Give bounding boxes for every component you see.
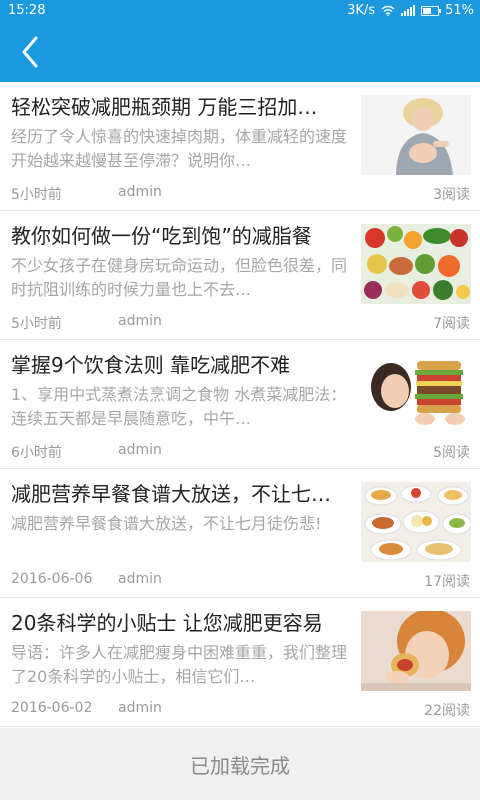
article-reads: 5阅读 [433, 445, 470, 461]
article-time: 2016-06-02 [11, 700, 93, 716]
load-complete-footer: 已加载完成 [0, 728, 480, 800]
article-title: 减肥营养早餐食谱大放送，不让七… [11, 482, 331, 506]
article-reads: 7阅读 [433, 316, 470, 332]
back-button[interactable] [14, 34, 50, 70]
article-title: 教你如何做一份“吃到饱”的减脂餐 [11, 224, 312, 248]
status-bar: 15:28 3K/s 51% [0, 0, 480, 22]
article-author: admin [118, 313, 162, 329]
article-title: 轻松突破减肥瓶颈期 万能三招加… [11, 95, 318, 119]
article-item[interactable]: 20条科学的小贴士 让您减肥更容易 导语：许多人在减肥瘦身中困难重重，我们整理了… [0, 598, 480, 727]
article-thumbnail [361, 611, 471, 691]
article-time: 2016-06-06 [11, 571, 93, 587]
article-time: 6小时前 [11, 445, 62, 461]
load-status-text: 已加载完成 [190, 754, 290, 778]
article-author: admin [118, 700, 162, 716]
article-author: admin [118, 184, 162, 200]
battery-level: 51% [445, 3, 474, 18]
article-summary: 减肥营养早餐食谱大放送，不让七月徒伤悲! [11, 514, 322, 533]
network-speed: 3K/s [347, 3, 376, 18]
article-title: 20条科学的小贴士 让您减肥更容易 [11, 611, 323, 635]
article-reads: 22阅读 [424, 703, 470, 719]
article-time: 5小时前 [11, 316, 62, 332]
wifi-icon [381, 5, 395, 16]
article-summary: 经历了令人惊喜的快速掉肉期，体重减轻的速度开始越来越慢甚至停滞？说明你… [11, 127, 348, 170]
signal-icon [401, 5, 416, 16]
article-summary: 导语：许多人在减肥瘦身中困难重重，我们整理了20条科学的小贴士，相信它们… [11, 643, 348, 686]
article-summary: 不少女孩子在健身房玩命运动，但脸色很差，同时抗阻训练的时候力量也上不去… [11, 256, 348, 299]
article-summary: 1、享用中式蒸煮法烹调之食物 水煮菜减肥法：连续五天都是早晨随意吃，中午… [11, 385, 347, 428]
article-author: admin [118, 571, 162, 587]
article-thumbnail [361, 353, 471, 433]
article-reads: 3阅读 [433, 187, 470, 203]
article-item[interactable]: 轻松突破减肥瓶颈期 万能三招加… 经历了令人惊喜的快速掉肉期，体重减轻的速度开始… [0, 82, 480, 211]
article-title: 掌握9个饮食法则 靠吃减肥不难 [11, 353, 291, 377]
article-thumbnail [361, 95, 471, 175]
article-time: 5小时前 [11, 187, 62, 203]
article-item[interactable]: 教你如何做一份“吃到饱”的减脂餐 不少女孩子在健身房玩命运动，但脸色很差，同时抗… [0, 211, 480, 340]
article-item[interactable]: 掌握9个饮食法则 靠吃减肥不难 1、享用中式蒸煮法烹调之食物 水煮菜减肥法：连续… [0, 340, 480, 469]
article-author: admin [118, 442, 162, 458]
battery-icon [421, 5, 442, 16]
app-header [0, 22, 480, 82]
article-item[interactable]: 减肥营养早餐食谱大放送，不让七… 减肥营养早餐食谱大放送，不让七月徒伤悲! 20… [0, 469, 480, 598]
article-reads: 17阅读 [424, 574, 470, 590]
article-thumbnail [361, 224, 471, 304]
article-thumbnail [361, 482, 471, 562]
article-list: 轻松突破减肥瓶颈期 万能三招加… 经历了令人惊喜的快速掉肉期，体重减轻的速度开始… [0, 82, 480, 727]
status-time: 15:28 [8, 3, 46, 18]
chevron-left-icon [22, 36, 38, 68]
